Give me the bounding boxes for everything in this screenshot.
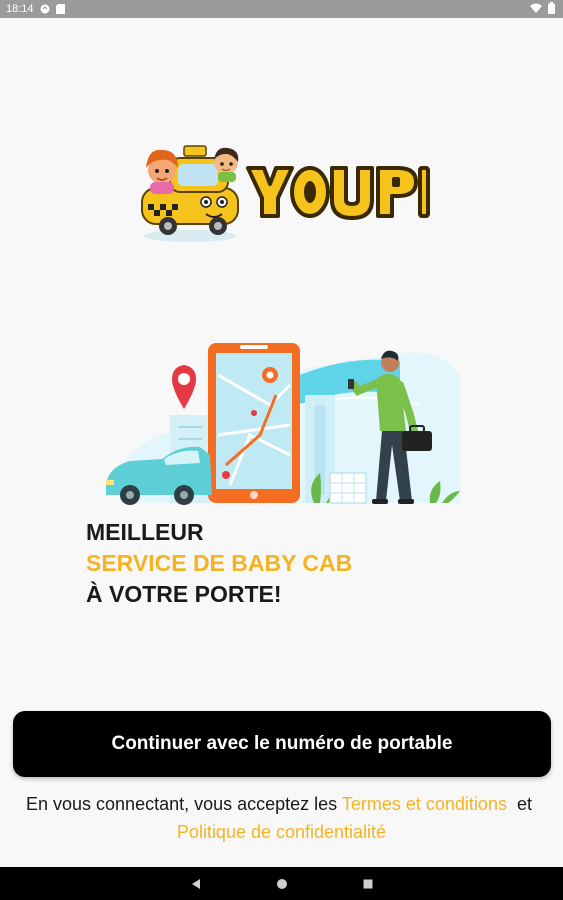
terms-notice: En vous connectant, vous acceptez les Te… bbox=[20, 790, 543, 846]
continue-with-phone-button[interactable]: Continuer avec le numéro de portable bbox=[13, 711, 551, 777]
status-time: 18:14 bbox=[6, 3, 34, 15]
status-bar: 18:14 bbox=[0, 0, 563, 18]
hero-illustration bbox=[100, 335, 465, 510]
navigation-bar bbox=[0, 867, 563, 900]
back-icon[interactable] bbox=[188, 876, 204, 892]
headline: MEILLEUR SERVICE DE BABY CAB À VOTRE POR… bbox=[86, 517, 352, 610]
youpi-logo bbox=[140, 140, 430, 250]
terms-link[interactable]: Termes et conditions bbox=[342, 794, 507, 814]
recents-icon[interactable] bbox=[360, 876, 376, 892]
wifi-icon bbox=[530, 3, 542, 16]
terms-conjunction: et bbox=[516, 794, 532, 814]
headline-line-1: MEILLEUR bbox=[86, 519, 204, 545]
headline-line-2: SERVICE DE BABY CAB bbox=[86, 550, 353, 576]
privacy-link[interactable]: Politique de confidentialité bbox=[177, 822, 386, 842]
sync-icon bbox=[40, 4, 50, 14]
sd-card-icon bbox=[55, 4, 65, 14]
home-icon[interactable] bbox=[274, 876, 290, 892]
battery-icon bbox=[548, 1, 555, 17]
terms-prefix: En vous connectant, vous acceptez les bbox=[26, 794, 338, 814]
headline-line-3: À VOTRE PORTE! bbox=[86, 581, 282, 607]
